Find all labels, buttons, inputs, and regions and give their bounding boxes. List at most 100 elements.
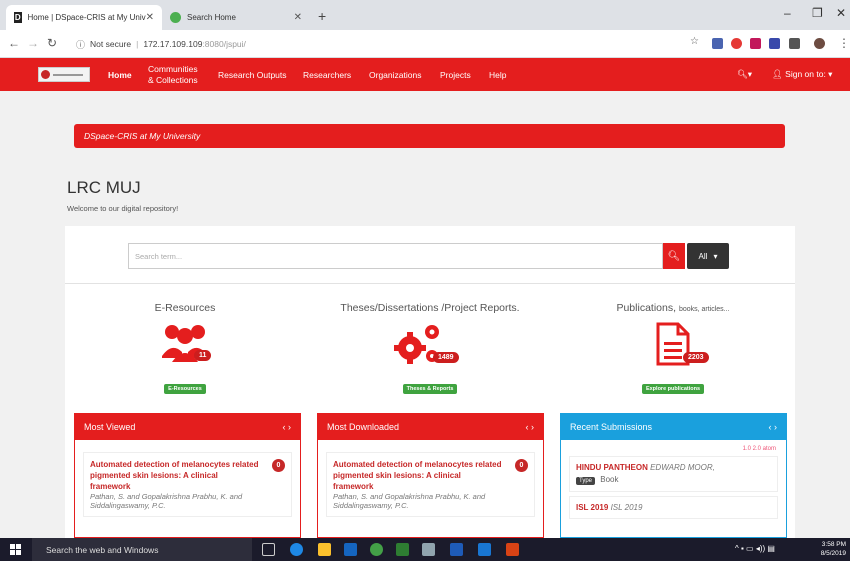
pen-app-icon[interactable]: [422, 543, 435, 556]
type-badge: Type: [576, 477, 596, 485]
download-count-badge: 0: [515, 459, 528, 472]
extension-icon[interactable]: [769, 38, 780, 49]
search-dropdown-icon[interactable]: 🔍︎▾: [737, 69, 752, 80]
system-tray-icons[interactable]: ^ ▪ ▭ ◂)) ▤: [735, 544, 775, 553]
list-item[interactable]: Automated detection of melanocytes relat…: [83, 452, 292, 517]
nav-research-outputs[interactable]: Research Outputs: [218, 70, 287, 80]
search-button[interactable]: 🔍︎: [663, 243, 685, 269]
file-explorer-icon[interactable]: [318, 543, 331, 556]
url-path: :8080/jspui/: [202, 39, 246, 49]
count-badge: 11: [194, 350, 212, 361]
carousel-arrows-icon[interactable]: ‹ ›: [769, 422, 778, 432]
taskbar-search-input[interactable]: Search the web and Windows: [32, 538, 252, 561]
category-e-resources: E-Resources 11 E-Resources: [130, 302, 240, 394]
divider: [65, 283, 795, 284]
list-item[interactable]: HINDU PANTHEON EDWARD MOOR, Type Book: [569, 456, 778, 492]
category-title: Theses/Dissertations /Project Reports.: [340, 302, 520, 314]
carousel-arrows-icon[interactable]: ‹ ›: [526, 422, 535, 432]
tab-label: Home | DSpace-CRIS at My Univ: [27, 13, 146, 22]
submission-author: EDWARD MOOR,: [650, 463, 715, 472]
panel-header: Most Viewed ‹ ›: [75, 414, 300, 440]
extension-icon[interactable]: [750, 38, 761, 49]
minimize-icon[interactable]: –: [784, 6, 791, 20]
edge-icon[interactable]: [290, 543, 303, 556]
windows-start-icon[interactable]: [10, 544, 21, 555]
panel-title: Recent Submissions: [570, 422, 653, 432]
category-title: E-Resources: [154, 302, 216, 314]
url-input[interactable]: ⓘ Not secure | 172.17.109.109:8080/jspui…: [76, 35, 676, 53]
taskbar-clock[interactable]: 3:58 PM 8/5/2019: [821, 540, 846, 558]
submission-author: ISL 2019: [610, 503, 643, 512]
back-icon[interactable]: ←: [8, 36, 20, 50]
signin-menu[interactable]: 👤︎ Sign on to: ▾: [772, 69, 832, 80]
university-logo[interactable]: [38, 67, 90, 82]
rss-feed-links[interactable]: 1.0 2.0 atom: [561, 440, 786, 452]
windows-taskbar: Search the web and Windows ^ ▪ ▭ ◂)) ▤ 3…: [0, 538, 850, 561]
dspace-favicon-icon: D: [14, 12, 22, 23]
forward-icon[interactable]: →: [27, 36, 39, 50]
scope-label: All: [698, 251, 708, 261]
list-item[interactable]: ISL 2019 ISL 2019: [569, 496, 778, 519]
theses-reports-button[interactable]: Theses & Reports: [402, 384, 458, 394]
outlook-icon[interactable]: [344, 543, 357, 556]
carousel-arrows-icon[interactable]: ‹ ›: [283, 422, 292, 432]
category-publications: Publications, books, articles... 2203 Ex…: [598, 302, 748, 394]
bookmark-star-icon[interactable]: ☆: [690, 36, 699, 47]
repository-banner: DSpace-CRIS at My University: [74, 124, 785, 148]
nav-organizations[interactable]: Organizations: [369, 70, 421, 80]
reload-icon[interactable]: ↻: [47, 36, 57, 50]
close-tab-icon[interactable]: ✕: [294, 12, 302, 23]
nav-help[interactable]: Help: [489, 70, 506, 80]
browser-tab-strip: D Home | DSpace-CRIS at My Univ ✕ Search…: [0, 0, 850, 30]
item-title[interactable]: Automated detection of melanocytes relat…: [90, 459, 260, 492]
banner-text: DSpace-CRIS at My University: [84, 131, 201, 141]
maximize-icon[interactable]: ❐: [812, 6, 823, 20]
e-resources-button[interactable]: E-Resources: [164, 384, 206, 394]
nav-home[interactable]: Home: [108, 70, 132, 80]
url-separator: |: [136, 39, 139, 49]
submission-title[interactable]: ISL 2019: [576, 503, 608, 512]
close-tab-icon[interactable]: ✕: [146, 12, 154, 23]
powerpoint-icon[interactable]: [506, 543, 519, 556]
scope-dropdown[interactable]: All ▾: [687, 243, 729, 269]
submission-type: Book: [600, 475, 619, 484]
list-item[interactable]: Automated detection of melanocytes relat…: [326, 452, 535, 517]
task-view-icon[interactable]: [262, 543, 275, 556]
clock-date: 8/5/2019: [820, 550, 846, 557]
chrome-icon[interactable]: [370, 543, 383, 556]
profile-avatar[interactable]: [814, 38, 825, 49]
item-authors: Pathan, S. and Gopalakrishna Prabhu, K. …: [333, 492, 486, 510]
count-badge: 2203: [683, 352, 709, 363]
clock-time: 3:58 PM: [821, 541, 846, 548]
user-icon: 👤︎: [772, 69, 783, 79]
menu-dots-icon[interactable]: ⋮: [838, 36, 850, 50]
extension-icon[interactable]: [731, 38, 742, 49]
submission-title[interactable]: HINDU PANTHEON: [576, 463, 648, 472]
close-window-icon[interactable]: ✕: [836, 6, 846, 20]
item-title[interactable]: Automated detection of melanocytes relat…: [333, 459, 503, 492]
nav-researchers[interactable]: Researchers: [303, 70, 351, 80]
extension-icon[interactable]: [789, 38, 800, 49]
info-icon[interactable]: ⓘ: [76, 38, 85, 51]
word-icon[interactable]: [450, 543, 463, 556]
extension-icon[interactable]: [712, 38, 723, 49]
gears-icon: 1489: [330, 322, 530, 374]
site-navbar: Home Communities & Collections Research …: [0, 58, 850, 91]
explore-publications-button[interactable]: Explore publications: [641, 384, 705, 394]
address-bar-row: ← → ↻ ⓘ Not secure | 172.17.109.109:8080…: [0, 30, 850, 58]
panel-header: Recent Submissions ‹ ›: [561, 414, 786, 440]
category-title: Publications, books, articles...: [598, 302, 748, 314]
most-viewed-panel: Most Viewed ‹ › Automated detection of m…: [74, 413, 301, 538]
tab-home[interactable]: D Home | DSpace-CRIS at My Univ ✕: [6, 5, 162, 30]
nav-projects[interactable]: Projects: [440, 70, 471, 80]
app-icon[interactable]: [478, 543, 491, 556]
panel-title: Most Downloaded: [327, 422, 400, 432]
count-badge: 1489: [433, 352, 459, 363]
nav-communities[interactable]: Communities: [148, 64, 198, 74]
tab-search-home[interactable]: Search Home ✕: [162, 5, 310, 30]
nav-collections[interactable]: & Collections: [148, 75, 198, 85]
recent-submissions-panel: Recent Submissions ‹ › 1.0 2.0 atom HIND…: [560, 413, 787, 538]
search-input[interactable]: Search term...: [128, 243, 663, 269]
new-tab-icon[interactable]: +: [318, 8, 326, 24]
stats-app-icon[interactable]: [396, 543, 409, 556]
